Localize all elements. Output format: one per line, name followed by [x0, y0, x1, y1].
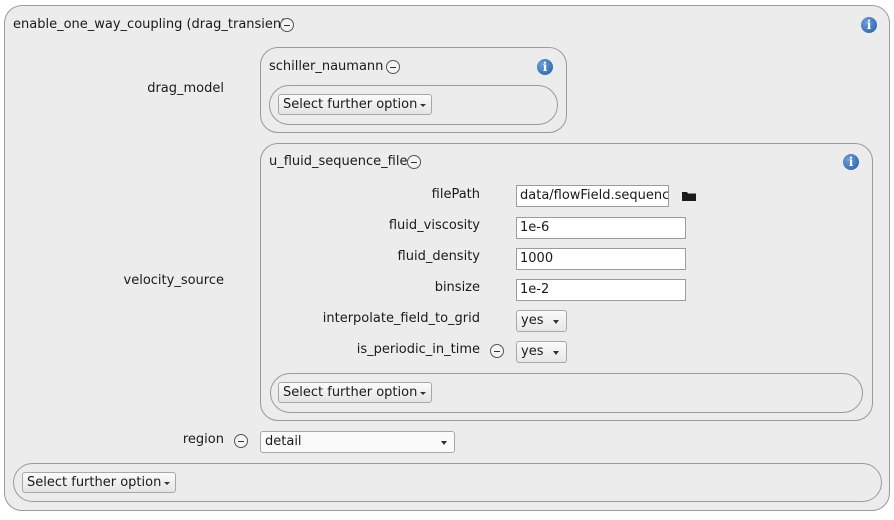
filepath-input[interactable]: data/flowField.sequence [516, 185, 669, 207]
interpolate-field-to-grid-label: interpolate_field_to_grid [322, 311, 480, 326]
caret-down-icon [420, 104, 427, 107]
velocity-source-info-icon[interactable]: i [843, 154, 859, 170]
drag-model-select-further-option-label: Select further option [283, 97, 418, 112]
remove-root-icon[interactable] [280, 18, 294, 32]
folder-icon[interactable] [682, 191, 696, 201]
root-info-icon[interactable]: i [861, 17, 877, 33]
fluid-viscosity-label: fluid_viscosity [388, 218, 480, 233]
velocity-source-select-further-option-button[interactable]: Select further option [278, 382, 433, 403]
velocity-source-select-further-option-label: Select further option [283, 385, 418, 400]
velocity-source-label: velocity_source [123, 273, 224, 288]
root-select-further-option-button[interactable]: Select further option [22, 472, 177, 493]
remove-drag-model-icon[interactable] [386, 60, 400, 74]
interpolate-field-to-grid-select[interactable]: yes [516, 310, 567, 332]
drag-model-title: schiller_naumann [269, 59, 384, 74]
region-value: detail [265, 434, 302, 449]
drag-model-info-icon[interactable]: i [537, 59, 553, 75]
drag-model-select-further-option-button[interactable]: Select further option [278, 94, 433, 115]
interpolate-field-to-grid-value: yes [521, 313, 544, 328]
remove-region-icon[interactable] [234, 434, 248, 448]
binsize-label: binsize [434, 280, 480, 295]
is-periodic-in-time-label: is_periodic_in_time [356, 342, 480, 357]
region-select[interactable]: detail [260, 431, 455, 453]
caret-down-icon [441, 441, 447, 445]
caret-down-icon [553, 320, 559, 324]
caret-down-icon [420, 392, 427, 395]
caret-down-icon [553, 351, 559, 355]
caret-down-icon [164, 482, 171, 485]
remove-is-periodic-in-time-icon[interactable] [490, 344, 504, 358]
root-select-further-option-label: Select further option [27, 475, 162, 490]
drag-model-label: drag_model [147, 81, 224, 96]
binsize-input[interactable]: 1e-2 [516, 279, 686, 301]
remove-velocity-source-icon[interactable] [407, 155, 421, 169]
is-periodic-in-time-value: yes [521, 344, 544, 359]
root-title: enable_one_way_coupling (drag_transient) [13, 17, 292, 32]
fluid-viscosity-input[interactable]: 1e-6 [516, 217, 686, 239]
filepath-label: filePath [431, 187, 480, 202]
velocity-source-title: u_fluid_sequence_file [269, 154, 408, 169]
is-periodic-in-time-select[interactable]: yes [516, 341, 567, 363]
fluid-density-label: fluid_density [397, 249, 480, 264]
fluid-density-input[interactable]: 1000 [516, 248, 686, 270]
region-label: region [182, 432, 224, 447]
